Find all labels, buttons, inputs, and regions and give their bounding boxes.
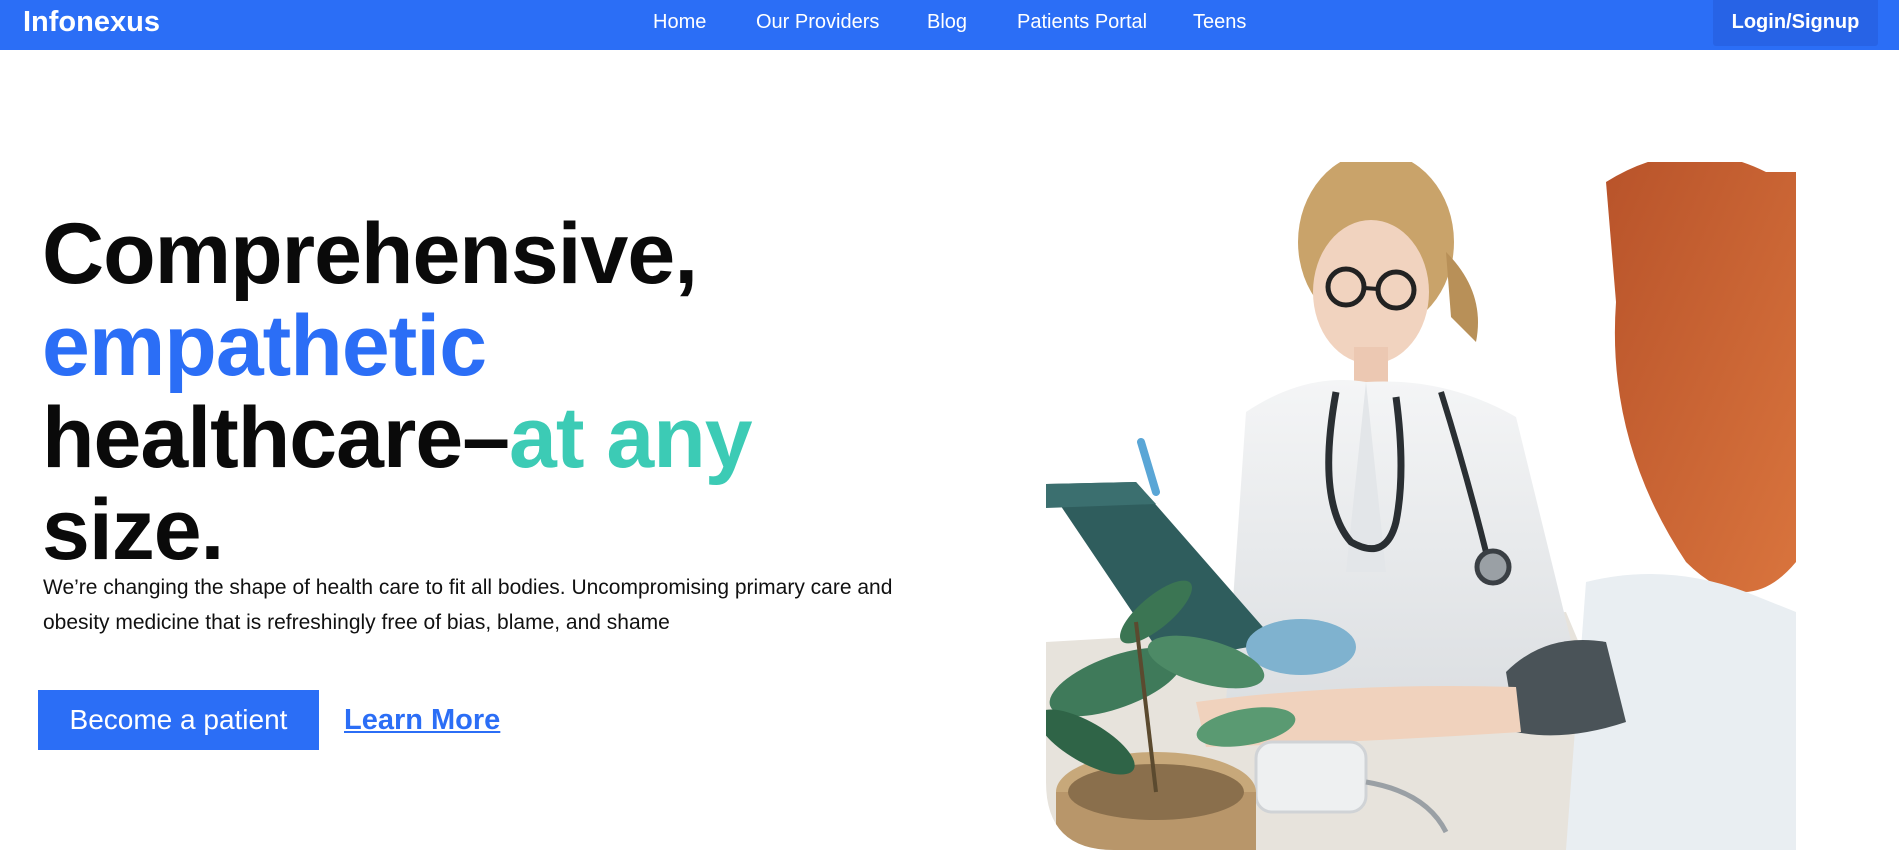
headline-empathetic: empathetic xyxy=(42,298,487,394)
headline-healthcare: healthcare– xyxy=(42,390,510,486)
become-patient-button[interactable]: Become a patient xyxy=(38,690,319,750)
nav-providers-link[interactable]: Our Providers xyxy=(756,10,879,34)
nav-home-link[interactable]: Home xyxy=(653,10,706,34)
doctor-with-patient-image xyxy=(1046,142,1796,850)
nav-blog-link[interactable]: Blog xyxy=(927,10,967,34)
nav-patients-portal-link[interactable]: Patients Portal xyxy=(1017,10,1147,34)
headline-line-2: empathetic xyxy=(42,300,942,392)
headline-line-3: healthcare–at any xyxy=(42,392,942,484)
hero-photo-illustration xyxy=(1046,162,1796,850)
headline-at-any: at any xyxy=(509,390,753,486)
nav-teens-link[interactable]: Teens xyxy=(1193,10,1246,34)
learn-more-link[interactable]: Learn More xyxy=(344,702,500,738)
hero-headline: Comprehensive, empathetic healthcare–at … xyxy=(42,208,942,576)
login-signup-button[interactable]: Login/Signup xyxy=(1713,0,1878,46)
headline-comprehensive: Comprehensive, xyxy=(42,206,698,302)
main-nav: Home Our Providers Blog Patients Portal … xyxy=(0,0,1899,50)
headline-line-4: size. xyxy=(42,484,942,576)
headline-size: size. xyxy=(42,482,224,578)
hero-subtitle: We’re changing the shape of health care … xyxy=(43,576,893,634)
top-navbar: Infonexus Home Our Providers Blog Patien… xyxy=(0,0,1899,50)
headline-line-1: Comprehensive, xyxy=(42,208,942,300)
